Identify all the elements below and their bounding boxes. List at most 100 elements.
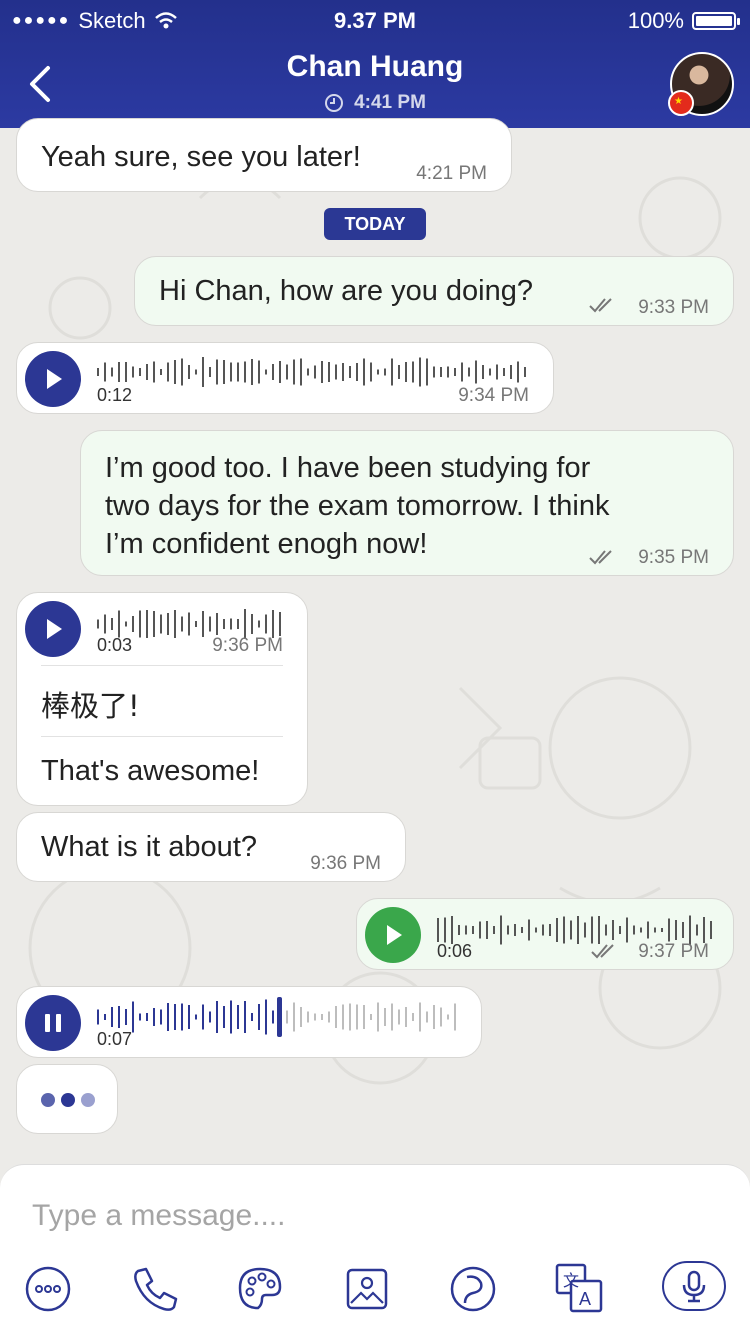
waveform-bar <box>104 362 106 382</box>
transcript-text: 棒极了! <box>41 689 140 723</box>
waveform-bar <box>160 1009 162 1025</box>
message-input[interactable] <box>30 1193 724 1239</box>
waveform-bar <box>181 616 183 632</box>
waveform-bar <box>258 360 260 384</box>
waveform-bar <box>265 369 267 375</box>
waveform-bar <box>496 364 498 380</box>
date-divider: TODAY <box>324 208 426 240</box>
last-seen-time: 4:41 PM <box>354 92 426 113</box>
waveform-bar <box>654 927 656 933</box>
play-button[interactable] <box>25 601 81 657</box>
waveform-bar <box>489 368 491 376</box>
play-button[interactable] <box>365 907 421 963</box>
waveform-bar <box>542 924 544 936</box>
waveform-bar <box>314 365 316 379</box>
waveform-bar <box>461 362 463 382</box>
waveform-bar <box>146 1013 148 1021</box>
waveform-bar <box>482 365 484 379</box>
waveform-bar <box>419 357 421 387</box>
waveform-bar <box>405 1007 407 1027</box>
waveform-bar <box>216 613 218 635</box>
contact-avatar[interactable]: ★ <box>668 52 734 116</box>
waveform-bar <box>510 365 512 379</box>
waveform-bar <box>209 616 211 632</box>
message-incoming[interactable]: Yeah sure, see you later! 4:21 PM <box>16 118 512 192</box>
translate-icon[interactable]: 文 A <box>549 1259 609 1319</box>
waveform-bar <box>419 1002 421 1032</box>
waveform-bar <box>111 1007 113 1027</box>
voice-duration: 0:06 <box>437 941 473 961</box>
phone-icon[interactable] <box>124 1259 184 1319</box>
waveform-bar <box>132 1001 134 1033</box>
microphone-icon <box>682 1270 706 1303</box>
waveform-progress[interactable] <box>95 997 465 1037</box>
message-outgoing[interactable]: I’m good too. I have been studying for t… <box>80 430 734 576</box>
waveform-bar <box>433 1005 435 1029</box>
waveform-bar <box>209 367 211 377</box>
microphone-button[interactable] <box>662 1261 726 1311</box>
waveform-bar <box>328 1011 330 1023</box>
waveform-bar <box>437 918 439 942</box>
message-time: 9:36 PM <box>310 853 381 874</box>
waveform-bar <box>633 925 635 935</box>
waveform-bar <box>153 611 155 637</box>
waveform-bar <box>342 1004 344 1030</box>
waveform-bar <box>447 366 449 378</box>
play-button[interactable] <box>25 351 81 407</box>
voice-message-translated: 0:03 9:36 PM 棒极了! That's awesome! <box>16 592 308 806</box>
waveform-bar <box>426 358 428 386</box>
waveform-bar <box>503 368 505 376</box>
waveform-bar <box>475 360 477 384</box>
waveform-bar <box>342 363 344 381</box>
pause-button[interactable] <box>25 995 81 1051</box>
waveform-bar <box>97 619 99 629</box>
palette-icon[interactable] <box>230 1259 290 1319</box>
waveform-bar <box>349 366 351 378</box>
message-outgoing[interactable]: Hi Chan, how are you doing? 9:33 PM <box>134 256 734 326</box>
waveform-bar <box>202 357 204 387</box>
waveform-bar <box>451 916 453 944</box>
waveform-bar <box>258 620 260 628</box>
waveform-bar <box>125 362 127 382</box>
message-text: Yeah sure, see you later! <box>41 141 361 173</box>
voice-duration: 0:03 <box>97 635 133 655</box>
waveform-bar <box>223 619 225 629</box>
waveform-bar <box>174 1004 176 1030</box>
more-icon[interactable] <box>18 1259 78 1319</box>
status-bar: ●●●●● Sketch 9.37 PM 100% <box>0 0 750 40</box>
waveform-bar <box>528 919 530 941</box>
waveform-bar <box>104 1014 106 1020</box>
waveform-bar <box>370 362 372 382</box>
waveform-bar <box>300 358 302 386</box>
waveform-bar <box>335 1006 337 1028</box>
contact-name[interactable]: Chan Huang <box>0 50 750 84</box>
waveform-bar <box>517 361 519 383</box>
waveform-bar <box>391 1003 393 1031</box>
waveform-bar <box>174 360 176 384</box>
waveform-bar <box>118 610 120 638</box>
waveform-bar <box>500 915 502 945</box>
battery-icon <box>692 12 740 30</box>
waveform-bar <box>412 361 414 383</box>
waveform-bar <box>514 924 516 936</box>
waveform-bar <box>363 358 365 386</box>
waveform-bar <box>412 1013 414 1021</box>
waveform-bar <box>384 1008 386 1026</box>
sticker-icon[interactable] <box>443 1259 503 1319</box>
message-time: 4:21 PM <box>416 163 487 184</box>
waveform-bar <box>328 362 330 382</box>
message-time: 9:34 PM <box>458 385 529 406</box>
waveform-bar <box>216 1001 218 1033</box>
voice-message-incoming: 0:12 9:34 PM <box>16 342 554 414</box>
message-incoming[interactable]: What is it about? 9:36 PM <box>16 812 406 882</box>
waveform-bar <box>682 922 684 938</box>
waveform-bar <box>307 1011 309 1023</box>
navigation-header: ●●●●● Sketch 9.37 PM 100% Chan Huang 4:4… <box>0 0 750 128</box>
message-line: I’m confident enogh now! <box>105 528 428 560</box>
waveform-bar <box>321 361 323 383</box>
waveform-bar <box>97 1009 99 1025</box>
waveform-bar <box>703 917 705 943</box>
waveform-bar <box>710 921 712 939</box>
playhead[interactable] <box>277 997 282 1037</box>
image-icon[interactable] <box>337 1259 397 1319</box>
